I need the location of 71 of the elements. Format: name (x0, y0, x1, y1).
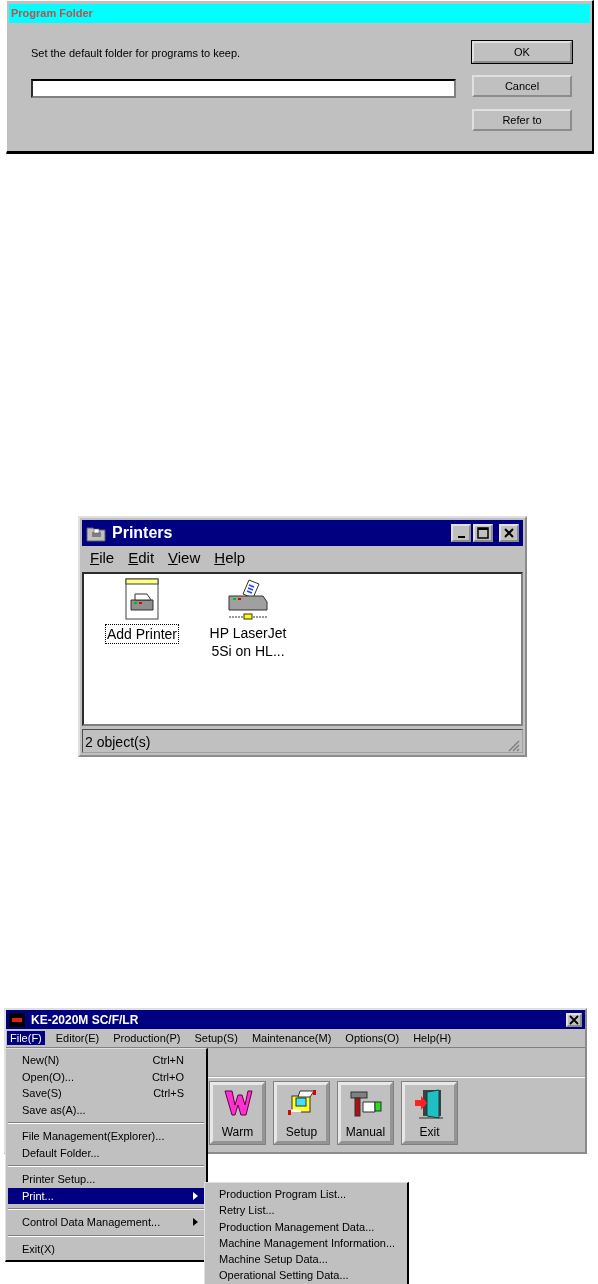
menu-item[interactable]: Save(S) Ctrl+S (8, 1085, 204, 1102)
menu-item-label: Save(S) (22, 1087, 62, 1100)
add-printer-icon (122, 578, 162, 622)
minimize-icon (457, 535, 465, 538)
menu-item[interactable]: Maintenance(M) (248, 1031, 335, 1045)
menu-item[interactable]: Operational Setting Data... (207, 1267, 405, 1284)
prompt-text: Set the default folder for programs to keep. (31, 47, 242, 59)
window-title: Program Folder (9, 4, 590, 23)
toolbar-button[interactable]: Setup (274, 1082, 329, 1144)
setup-icon (285, 1088, 318, 1118)
menu-item[interactable]: New(N) Ctrl+N (8, 1052, 204, 1069)
menu-item-label: Open(O)... (22, 1070, 74, 1083)
window-title: KE-2020M SC/F/LR (31, 1012, 139, 1027)
toolbar-button[interactable]: Exit (402, 1082, 457, 1144)
maximize-icon (477, 527, 489, 539)
close-button[interactable] (499, 524, 519, 542)
shortcut-text: Ctrl+O (151, 1070, 184, 1083)
printer-label[interactable]: Add Printer (104, 624, 179, 644)
menu-item[interactable]: Print... (8, 1187, 204, 1204)
menu-item[interactable]: Retry List... (207, 1202, 405, 1219)
maximize-button[interactable] (473, 524, 493, 542)
menu-item[interactable]: Help (214, 549, 246, 569)
toolbar-button[interactable]: Warm (210, 1082, 265, 1144)
menu-item[interactable]: Printer Setup... (8, 1171, 204, 1188)
shortcut-text: Ctrl+N (152, 1054, 184, 1067)
printer-label[interactable]: HP LaserJet 5Si on HL... (200, 624, 296, 660)
menu-item[interactable]: Production Program List... (207, 1186, 405, 1203)
menu-item-label: File Management(Explorer)... (22, 1130, 165, 1143)
menu-item[interactable]: File (90, 549, 115, 569)
folder-printer-icon (86, 524, 106, 542)
menu-item[interactable]: Production(P) (110, 1031, 184, 1045)
minimize-button[interactable] (451, 524, 471, 542)
app-icon (9, 1012, 25, 1027)
menu-item[interactable]: Edit (128, 549, 155, 569)
status-text: 2 object(s) (85, 733, 151, 752)
menu-item[interactable]: View (168, 549, 201, 569)
menu-item-label: Print... (22, 1189, 54, 1202)
menu-item-label: New(N) (22, 1054, 60, 1067)
hammer-hand-icon (348, 1088, 383, 1118)
letter-w-icon (222, 1088, 253, 1118)
dialog-button[interactable]: Cancel (472, 75, 572, 97)
menu-item[interactable]: Help(H) (410, 1031, 455, 1045)
menu-item-label: Printer Setup... (22, 1173, 96, 1186)
resize-grip-icon[interactable] (506, 738, 520, 752)
close-icon (503, 527, 515, 539)
menu-item[interactable]: Exit(X) (8, 1240, 204, 1257)
menu-item-label: Exit(X) (22, 1242, 55, 1255)
menu-item[interactable]: Production Management Data... (207, 1218, 405, 1235)
menu-item-label: Save as(A)... (22, 1103, 86, 1116)
menu-item[interactable]: Open(O)... Ctrl+O (8, 1068, 204, 1085)
dialog-button[interactable]: Refer to (472, 109, 572, 131)
menu-item-label: Control Data Management... (22, 1216, 161, 1229)
menu-item[interactable]: Setup(S) (191, 1031, 241, 1045)
menu-item[interactable]: Save as(A)... (8, 1101, 204, 1118)
menu-item[interactable]: Editor(E) (52, 1031, 103, 1045)
network-printer-icon (225, 578, 271, 622)
menu-item[interactable]: File(F) (7, 1031, 45, 1045)
menu-item[interactable]: Control Data Management... (8, 1214, 204, 1231)
folder-field[interactable] (31, 79, 456, 98)
menu-item[interactable]: Options(O) (342, 1031, 403, 1045)
window-title: Printers (112, 524, 173, 542)
close-icon (569, 1014, 579, 1025)
close-button[interactable] (566, 1012, 582, 1027)
menu-item[interactable]: Machine Setup Data... (207, 1251, 405, 1268)
menu-item[interactable]: Default Folder... (8, 1144, 204, 1161)
menu-item[interactable]: Machine Management Information... (207, 1234, 405, 1252)
toolbar-button[interactable]: Manual (338, 1082, 393, 1144)
menu-item-label: Default Folder... (22, 1146, 100, 1159)
menu-item[interactable]: File Management(Explorer)... (8, 1128, 204, 1145)
shortcut-text: Ctrl+S (153, 1087, 184, 1100)
dialog-button[interactable]: OK (472, 41, 572, 63)
